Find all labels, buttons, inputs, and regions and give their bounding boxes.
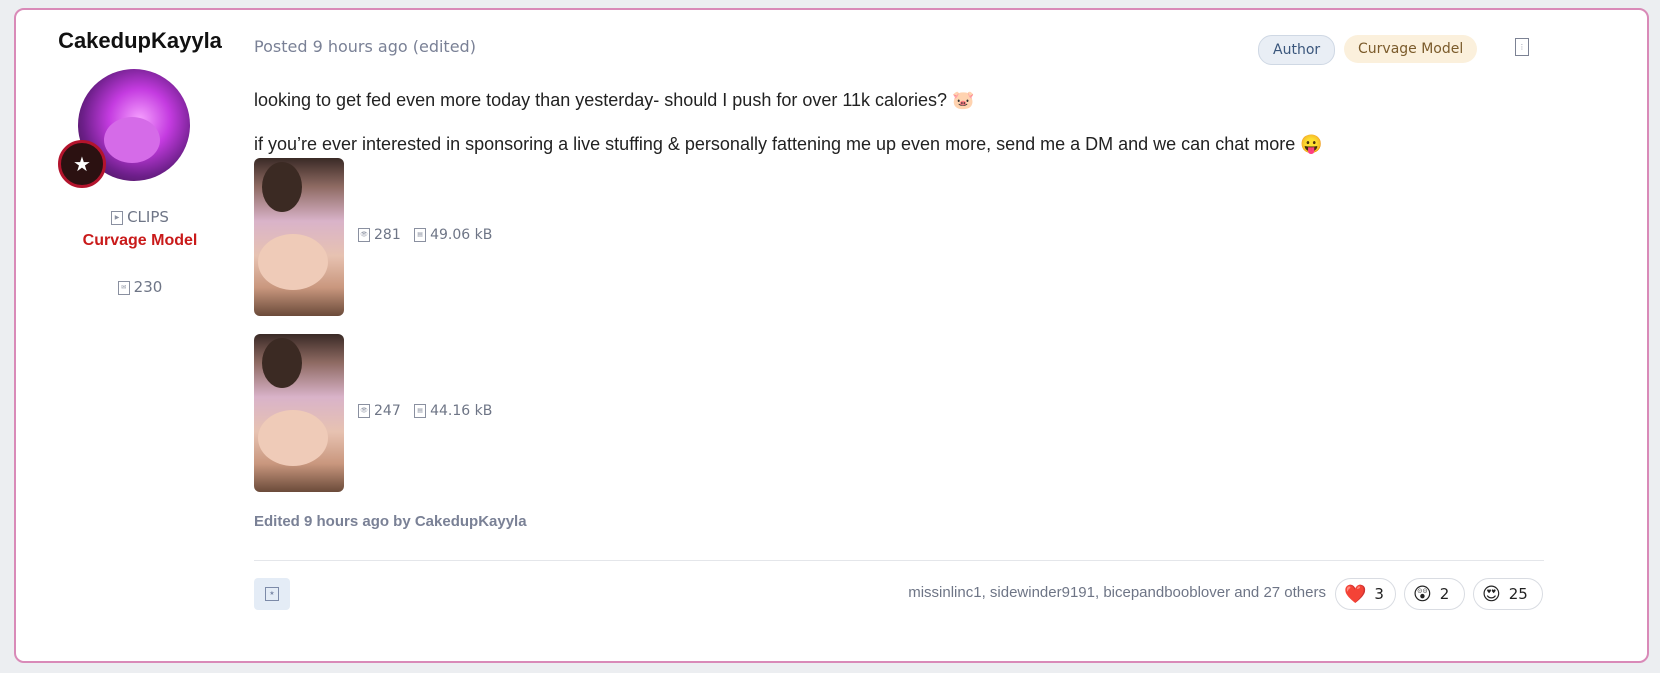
reaction-count: 25	[1508, 585, 1528, 603]
wow-icon: 😲	[1413, 583, 1432, 605]
reaction-heart[interactable]: ❤️ 3	[1335, 578, 1396, 610]
message-icon: ✉	[117, 280, 130, 295]
post-body-line-1: looking to get fed even more today than …	[254, 90, 975, 110]
curvage-model-tag: Curvage Model	[1344, 35, 1478, 63]
eye-icon: 👁	[358, 404, 370, 418]
attachment-views: 247	[374, 403, 401, 419]
footer-divider	[254, 560, 1544, 561]
file-icon: ▤	[414, 404, 427, 418]
attachment-size: 44.16 kB	[430, 403, 493, 419]
post-body-line-2: if you’re ever interested in sponsoring …	[254, 134, 1323, 154]
attachment-thumbnail-1[interactable]	[254, 158, 344, 316]
love-eyes-icon: 😍	[1482, 583, 1501, 605]
reaction-count: 3	[1374, 585, 1384, 603]
eye-icon: 👁	[358, 228, 370, 242]
attachment-meta-1: 👁 281 ▤ 49.06 kB	[358, 227, 492, 243]
bookmark-button[interactable]: ★	[254, 578, 290, 610]
reaction-wow[interactable]: 😲 2	[1404, 578, 1465, 610]
model-badge-icon: ★	[58, 140, 106, 188]
video-icon: ▶	[111, 210, 124, 225]
attachment-size: 49.06 kB	[430, 227, 493, 243]
author-role: Curvage Model	[82, 232, 198, 249]
post-timestamp[interactable]: Posted 9 hours ago (edited)	[254, 37, 476, 56]
attachment-meta-2: 👁 247 ▤ 44.16 kB	[358, 403, 492, 419]
attachment-thumbnail-2[interactable]	[254, 334, 344, 492]
message-count: 230	[133, 278, 163, 296]
reaction-count: 2	[1439, 585, 1450, 603]
clips-label: CLIPS	[127, 208, 169, 226]
author-tag: Author	[1258, 35, 1336, 65]
heart-icon: ❤️	[1344, 583, 1367, 605]
attachment-views: 281	[374, 227, 401, 243]
file-icon: ▤	[414, 228, 427, 242]
author-username[interactable]: CakedupKayyla	[40, 28, 240, 54]
reaction-love-eyes[interactable]: 😍 25	[1473, 578, 1543, 610]
reactors-list[interactable]: missinlinc1, sidewinder9191, bicepandboo…	[908, 584, 1326, 601]
more-icon[interactable]: ⋮	[1515, 38, 1529, 56]
message-count-row: ✉ 230	[40, 278, 240, 296]
bookmark-icon: ★	[265, 587, 279, 601]
edited-note: Edited 9 hours ago by CakedupKayyla	[254, 513, 527, 530]
clips-label-row[interactable]: ▶ CLIPS	[40, 208, 240, 226]
